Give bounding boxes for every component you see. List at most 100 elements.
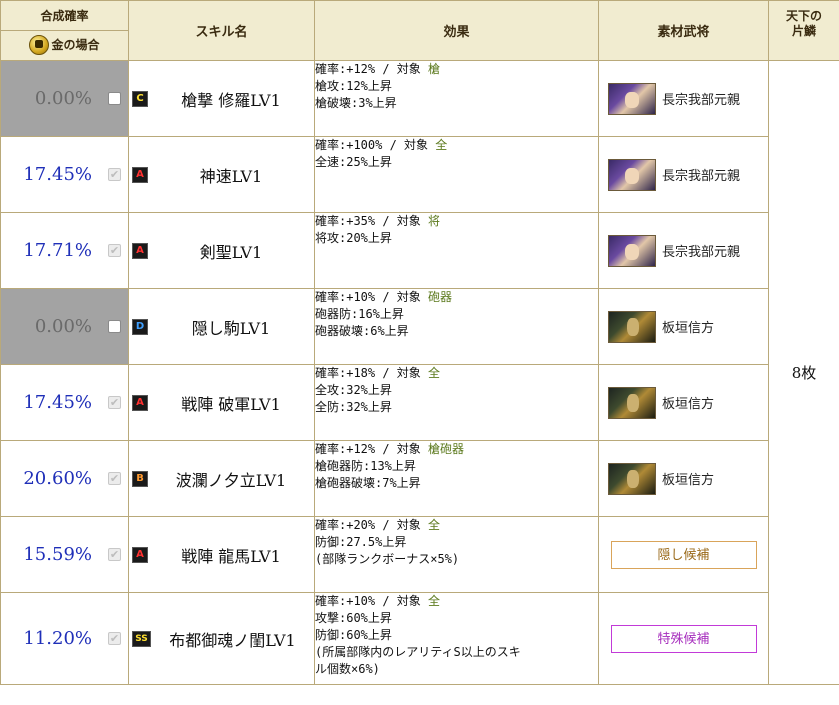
tenka-header: 天下の 片鱗 [768, 0, 839, 61]
general-name[interactable]: 板垣信方 [662, 469, 714, 488]
effect-cell: 確率:+10% / 対象 砲器 砲器防:16%上昇 砲器破壊:6%上昇 [314, 288, 599, 365]
effect-line: 槍破壊:3%上昇 [315, 96, 397, 110]
skill-row: 20.60% ✔ B 波瀾ノ夕立LV1 確率:+12% / 対象 槍砲器 槍砲器防:13%… [0, 440, 839, 517]
include-checkbox[interactable] [108, 320, 121, 333]
effect-rate-line: 確率:+20% / 対象 全 [315, 517, 598, 534]
rate-header-title: 合成確率 [1, 2, 128, 31]
effect-cell: 確率:+12% / 対象 槍槍攻:12%上昇 槍破壊:3%上昇 [314, 60, 599, 137]
rank-badge-icon: SS [132, 630, 151, 647]
skill-name: 戦陣 龍馬LV1 [181, 546, 281, 566]
include-checkbox[interactable]: ✔ [108, 548, 121, 561]
hidden-candidate-button[interactable]: 隠し候補 [610, 540, 757, 569]
general-name[interactable]: 長宗我部元親 [662, 165, 740, 184]
skill-cell: D 隠し駒LV1 [128, 288, 315, 365]
rate-value: 11.20% [23, 628, 92, 649]
skill-row: 11.20% ✔ SS 布都御魂ノ閨LV1 確率:+10% / 対象 全攻撃:60%上昇… [0, 592, 839, 685]
skill-name: 神速LV1 [199, 166, 263, 186]
effect-line: 将攻:20%上昇 [315, 231, 392, 245]
gold-case-label: 金の場合 [1, 31, 128, 60]
effect-line: (部隊ランクボーナス×5%) [315, 552, 460, 566]
general-name[interactable]: 板垣信方 [662, 317, 714, 336]
include-checkbox[interactable]: ✔ [108, 396, 121, 409]
rate-cell: 0.00% [0, 60, 129, 137]
effect-line: 防御:27.5%上昇 [315, 535, 407, 549]
general-portrait-icon[interactable] [608, 158, 656, 191]
effect-line: 防御:60%上昇 [315, 628, 392, 642]
effect-line: 全攻:32%上昇 [315, 383, 392, 397]
general-name[interactable]: 板垣信方 [662, 393, 714, 412]
general-portrait-icon[interactable] [608, 234, 656, 267]
rate-value: 0.00% [34, 316, 92, 337]
general-portrait-icon[interactable] [608, 310, 656, 343]
skill-name: 布都御魂ノ閨LV1 [169, 630, 296, 650]
effect-rate-line: 確率:+18% / 対象 全 [315, 365, 598, 382]
effect-rate-text: 確率:+100% / 対象 [315, 138, 436, 152]
special-candidate-button[interactable]: 特殊候補 [610, 624, 757, 653]
general-name[interactable]: 長宗我部元親 [662, 89, 740, 108]
skill-name: 戦陣 破軍LV1 [181, 394, 281, 414]
rank-badge-icon: A [132, 394, 148, 411]
material-cell: 長宗我部元親 [598, 136, 769, 213]
include-checkbox[interactable]: ✔ [108, 244, 121, 257]
effect-rate-line: 確率:+100% / 対象 全 [315, 137, 598, 154]
effect-line: 砲器破壊:6%上昇 [315, 324, 409, 338]
synthesis-table: 合成確率 金の場合 スキル名 効果 素材武将 天下の 片鱗 0.00% C 槍撃 修… [0, 0, 839, 685]
rate-cell: 0.00% [0, 288, 129, 365]
skill-cell: B 波瀾ノ夕立LV1 [128, 440, 315, 517]
rank-badge-icon: C [132, 90, 148, 107]
rate-cell: 17.45% ✔ [0, 364, 129, 441]
general-name[interactable]: 長宗我部元親 [662, 241, 740, 260]
effect-line: 槍砲器防:13%上昇 [315, 459, 416, 473]
effect-target: 砲器 [428, 290, 453, 304]
skill-cell: A 戦陣 龍馬LV1 [128, 516, 315, 593]
material-cell: 板垣信方 [598, 364, 769, 441]
effect-line: 全防:32%上昇 [315, 400, 392, 414]
effect-target: 全 [428, 366, 441, 380]
effect-line: 槍砲器破壊:7%上昇 [315, 476, 421, 490]
effect-rate-line: 確率:+12% / 対象 槍砲器 [315, 441, 598, 458]
include-checkbox[interactable] [108, 92, 121, 105]
skill-name: 隠し駒LV1 [191, 318, 271, 338]
rate-cell: 11.20% ✔ [0, 592, 129, 685]
effect-line: (所属部隊内のレアリティS以上のスキ [315, 645, 521, 659]
effect-rate-line: 確率:+10% / 対象 全 [315, 593, 598, 610]
effect-cell: 確率:+20% / 対象 全防御:27.5%上昇 (部隊ランクボーナス×5%) [314, 516, 599, 593]
gold-coin-icon [29, 35, 50, 55]
tenka-count: 8枚 [768, 60, 839, 685]
skill-row: 17.45% ✔ A 神速LV1 確率:+100% / 対象 全全速:25%上昇 長宗我部… [0, 136, 839, 213]
effect-line: 全速:25%上昇 [315, 155, 392, 169]
skill-row: 17.45% ✔ A 戦陣 破軍LV1 確率:+18% / 対象 全全攻:32%上昇 全防… [0, 364, 839, 441]
material-header: 素材武将 [598, 0, 769, 61]
material-cell: 隠し候補 [598, 516, 769, 593]
rate-value: 0.00% [34, 88, 92, 109]
include-checkbox[interactable]: ✔ [108, 472, 121, 485]
effect-rate-text: 確率:+35% / 対象 [315, 214, 429, 228]
rank-badge-icon: A [132, 546, 148, 563]
include-checkbox[interactable]: ✔ [108, 168, 121, 181]
rate-value: 15.59% [23, 544, 92, 565]
general-portrait-icon[interactable] [608, 82, 656, 115]
tenka-header-text: 天下の 片鱗 [785, 9, 822, 38]
rate-value: 20.60% [23, 468, 92, 489]
skill-row: 0.00% D 隠し駒LV1 確率:+10% / 対象 砲器 砲器防:16%上昇 砲器破壊… [0, 288, 839, 365]
effect-line: ル個数×6%) [315, 662, 380, 676]
include-checkbox[interactable]: ✔ [108, 632, 121, 645]
effect-rate-line: 確率:+10% / 対象 砲器 [315, 289, 598, 306]
effect-rate-text: 確率:+12% / 対象 [315, 62, 429, 76]
effect-rate-text: 確率:+18% / 対象 [315, 366, 429, 380]
skill-row: 0.00% C 槍撃 修羅LV1 確率:+12% / 対象 槍槍攻:12%上昇 槍破壊:… [0, 60, 839, 685]
effect-cell: 確率:+18% / 対象 全全攻:32%上昇 全防:32%上昇 [314, 364, 599, 441]
skill-name-header: スキル名 [128, 0, 315, 61]
effect-rate-line: 確率:+35% / 対象 将 [315, 213, 598, 230]
effect-target: 全 [428, 594, 441, 608]
skill-row: 15.59% ✔ A 戦陣 龍馬LV1 確率:+20% / 対象 全防御:27.5%上昇… [0, 516, 839, 593]
general-portrait-icon[interactable] [608, 462, 656, 495]
effect-cell: 確率:+10% / 対象 全攻撃:60%上昇 防御:60%上昇 (所属部隊内のレアリ… [314, 592, 599, 685]
material-cell: 板垣信方 [598, 288, 769, 365]
rate-value: 17.45% [23, 392, 92, 413]
effect-target: 槍砲器 [428, 442, 465, 456]
effect-rate-text: 確率:+10% / 対象 [315, 594, 429, 608]
general-portrait-icon[interactable] [608, 386, 656, 419]
rate-header: 合成確率 金の場合 [0, 0, 129, 61]
skill-cell: A 神速LV1 [128, 136, 315, 213]
